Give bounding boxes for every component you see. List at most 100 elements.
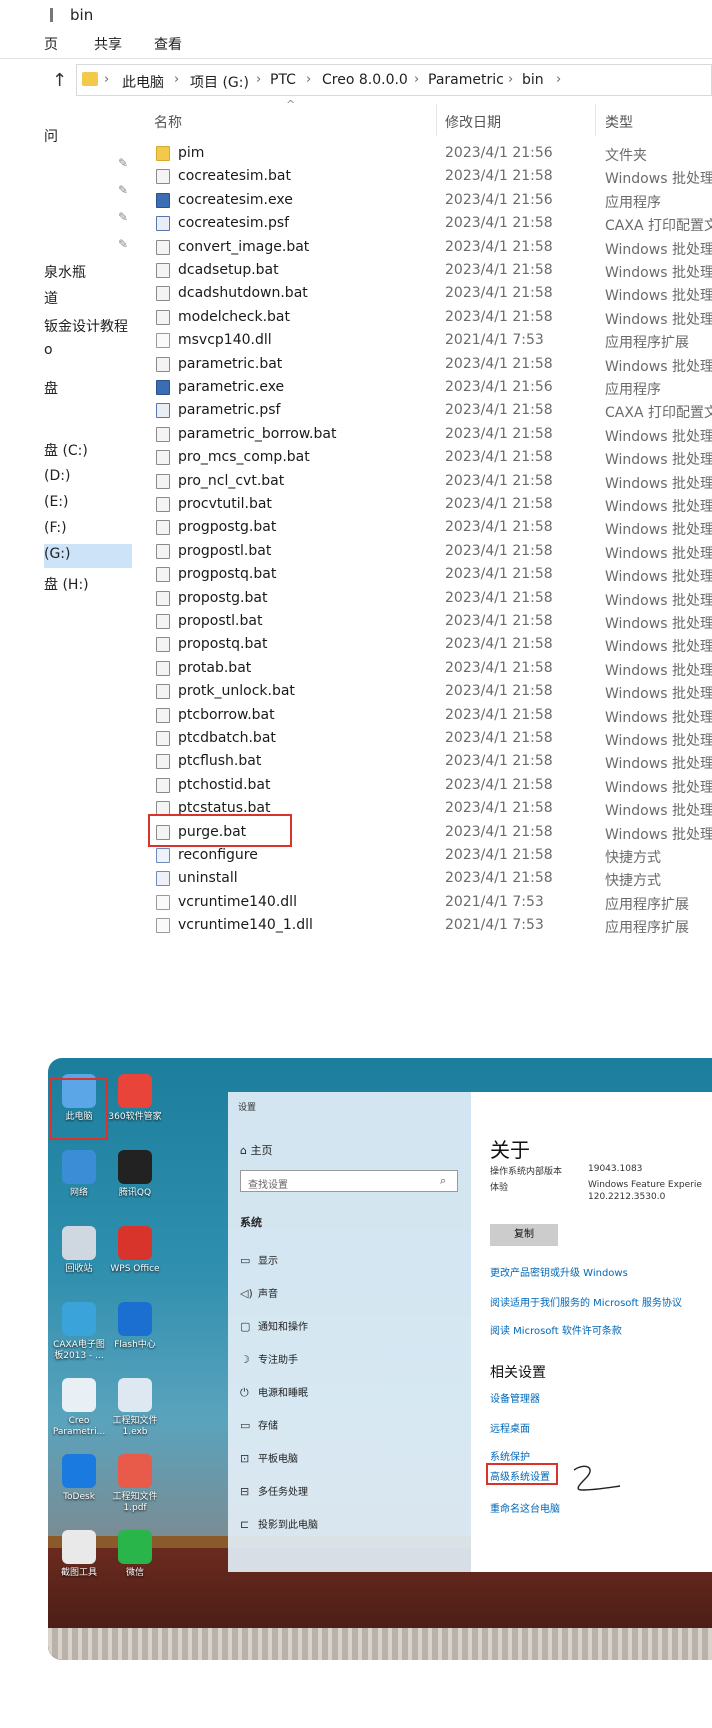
file-row[interactable]: parametric_borrow.bat 2023/4/1 21:58 Windo… <box>150 424 712 447</box>
desktop-icon[interactable]: ToDesk <box>52 1454 106 1503</box>
file-row[interactable]: progpostl.bat 2023/4/1 21:58 Windows 批处理..… <box>150 541 712 564</box>
file-row[interactable]: reconfigure 2023/4/1 21:58 快捷方式 <box>150 845 712 868</box>
desktop-icon[interactable]: 360软件管家 <box>108 1074 162 1123</box>
column-header-date[interactable]: 修改日期 <box>445 112 501 132</box>
column-header-name[interactable]: 名称 <box>154 112 182 132</box>
desktop-icon[interactable]: Flash中心 <box>108 1302 162 1351</box>
settings-nav-item[interactable]: ⊏ 投影到此电脑 <box>240 1516 318 1531</box>
file-row[interactable]: vcruntime140.dll 2021/4/1 7:53 应用程序扩展 <box>150 892 712 915</box>
settings-nav-item[interactable]: ☽ 专注助手 <box>240 1351 298 1366</box>
settings-home-link[interactable]: ⌂ 主页 <box>240 1142 272 1158</box>
pin-icon[interactable]: ✎ <box>118 183 128 197</box>
file-row[interactable]: parametric.exe 2023/4/1 21:56 应用程序 <box>150 377 712 400</box>
desktop-icon[interactable]: WPS Office <box>108 1226 162 1275</box>
file-lnk-icon <box>156 871 170 887</box>
file-row[interactable]: cocreatesim.exe 2023/4/1 21:56 应用程序 <box>150 190 712 213</box>
breadcrumb-bin[interactable]: bin <box>522 72 544 88</box>
nav-item-this-pc[interactable]: 盘 <box>44 378 58 398</box>
file-row[interactable]: convert_image.bat 2023/4/1 21:58 Windows 批… <box>150 237 712 260</box>
nav-item-drive-d[interactable]: (D:) <box>44 468 70 484</box>
nav-item-drive-c[interactable]: 盘 (C:) <box>44 440 88 460</box>
nav-item-folder-1[interactable]: 泉水瓶 <box>44 262 86 282</box>
file-row[interactable]: pro_ncl_cvt.bat 2023/4/1 21:58 Windows 批处理… <box>150 471 712 494</box>
link-device-manager[interactable]: 设备管理器 <box>490 1390 540 1405</box>
nav-item-drive-g[interactable]: (G:) <box>44 546 71 562</box>
file-row[interactable]: dcadsetup.bat 2023/4/1 21:58 Windows 批处理..… <box>150 260 712 283</box>
breadcrumb-drive-g[interactable]: 项目 (G:) <box>190 72 249 92</box>
pin-icon[interactable]: ✎ <box>118 156 128 170</box>
breadcrumb-creo[interactable]: Creo 8.0.0.0 <box>322 72 408 88</box>
nav-item-folder-4[interactable]: o <box>44 342 53 358</box>
settings-nav-item[interactable]: ▢ 通知和操作 <box>240 1318 308 1333</box>
file-row[interactable]: procvtutil.bat 2023/4/1 21:58 Windows 批处理.… <box>150 494 712 517</box>
column-divider[interactable] <box>595 104 596 136</box>
file-row[interactable]: modelcheck.bat 2023/4/1 21:58 Windows 批处理.… <box>150 307 712 330</box>
link-rename-pc[interactable]: 重命名这台电脑 <box>490 1500 560 1515</box>
copy-button[interactable]: 复制 <box>490 1224 558 1246</box>
file-row[interactable]: progpostq.bat 2023/4/1 21:58 Windows 批处理..… <box>150 564 712 587</box>
file-row[interactable]: ptchostid.bat 2023/4/1 21:58 Windows 批处理..… <box>150 775 712 798</box>
breadcrumb-parametric[interactable]: Parametric <box>428 72 504 88</box>
link-change-product-key[interactable]: 更改产品密钥或升级 Windows <box>490 1264 628 1279</box>
link-system-protection[interactable]: 系统保护 <box>490 1448 530 1463</box>
file-row[interactable]: ptcdbatch.bat 2023/4/1 21:58 Windows 批处理..… <box>150 728 712 751</box>
file-row[interactable]: cocreatesim.bat 2023/4/1 21:58 Windows 批处理… <box>150 166 712 189</box>
desktop-icon[interactable]: 微信 <box>108 1530 162 1579</box>
file-row[interactable]: cocreatesim.psf 2023/4/1 21:58 CAXA 打印配置文.… <box>150 213 712 236</box>
file-row[interactable]: uninstall 2023/4/1 21:58 快捷方式 <box>150 868 712 891</box>
up-arrow-icon[interactable]: ↑ <box>52 70 67 91</box>
file-row[interactable]: ptcflush.bat 2023/4/1 21:58 Windows 批处理... <box>150 751 712 774</box>
file-row[interactable]: parametric.psf 2023/4/1 21:58 CAXA 打印配置文..… <box>150 400 712 423</box>
nav-item-drive-f[interactable]: (F:) <box>44 520 67 536</box>
desktop-icon[interactable]: 工程知文件1.exb <box>108 1378 162 1438</box>
file-row[interactable]: pro_mcs_comp.bat 2023/4/1 21:58 Windows 批处… <box>150 447 712 470</box>
nav-item-folder-2[interactable]: 道 <box>44 288 58 308</box>
desktop-icon-label: 工程知文件1.exb <box>112 1416 158 1437</box>
file-row[interactable]: progpostg.bat 2023/4/1 21:58 Windows 批处理..… <box>150 517 712 540</box>
file-row[interactable]: propostq.bat 2023/4/1 21:58 Windows 批处理... <box>150 634 712 657</box>
file-name: parametric_borrow.bat <box>178 425 337 442</box>
settings-nav-item[interactable]: ⊡ 平板电脑 <box>240 1450 298 1465</box>
file-row[interactable]: dcadshutdown.bat 2023/4/1 21:58 Windows 批处… <box>150 283 712 306</box>
file-row[interactable]: propostl.bat 2023/4/1 21:58 Windows 批处理... <box>150 611 712 634</box>
file-row[interactable]: pim 2023/4/1 21:56 文件夹 <box>150 143 712 166</box>
nav-item-quick-access[interactable]: 问 <box>44 126 58 146</box>
desktop-icon[interactable]: 回收站 <box>52 1226 106 1275</box>
ribbon-tab-view[interactable]: 查看 <box>154 34 182 54</box>
nav-item-drive-h[interactable]: 盘 (H:) <box>44 574 89 594</box>
desktop-icon[interactable]: 网络 <box>52 1150 106 1199</box>
file-row[interactable]: ptcborrow.bat 2023/4/1 21:58 Windows 批处理..… <box>150 705 712 728</box>
settings-nav-item[interactable]: ▭ 存储 <box>240 1417 278 1432</box>
nav-item-folder-3[interactable]: 钣金设计教程 <box>44 316 128 336</box>
settings-nav-item[interactable]: ⊟ 多任务处理 <box>240 1483 308 1498</box>
desktop-icon[interactable]: 截图工具 <box>52 1530 106 1579</box>
file-row[interactable]: protk_unlock.bat 2023/4/1 21:58 Windows 批处… <box>150 681 712 704</box>
settings-nav-item[interactable]: ◁) 声音 <box>240 1285 278 1300</box>
settings-nav-item[interactable]: ⏻ 电源和睡眠 <box>240 1384 308 1400</box>
pin-icon[interactable]: ✎ <box>118 237 128 251</box>
ribbon-tab-share[interactable]: 共享 <box>94 34 122 54</box>
settings-nav-label: 通知和操作 <box>258 1322 308 1333</box>
desktop-icon[interactable]: 工程知文件1.pdf <box>108 1454 162 1514</box>
file-bat-icon <box>156 637 170 653</box>
nav-item-drive-e[interactable]: (E:) <box>44 494 69 510</box>
link-license-terms[interactable]: 阅读 Microsoft 软件许可条款 <box>490 1322 622 1337</box>
desktop-icon[interactable]: Creo Parametri... <box>52 1378 106 1438</box>
search-icon[interactable]: ⌕ <box>440 1174 446 1188</box>
column-header-type[interactable]: 类型 <box>605 112 633 132</box>
link-service-agreement[interactable]: 阅读适用于我们服务的 Microsoft 服务协议 <box>490 1294 682 1309</box>
desktop-icon[interactable]: 腾讯QQ <box>108 1150 162 1199</box>
file-row[interactable]: protab.bat 2023/4/1 21:58 Windows 批处理... <box>150 658 712 681</box>
settings-nav-item[interactable]: ▭ 显示 <box>240 1252 278 1267</box>
breadcrumb-this-pc[interactable]: 此电脑 <box>122 72 164 92</box>
link-remote-desktop[interactable]: 远程桌面 <box>490 1420 530 1435</box>
file-row[interactable]: propostg.bat 2023/4/1 21:58 Windows 批处理... <box>150 588 712 611</box>
desktop-icon[interactable]: CAXA电子图板2013 - ... <box>52 1302 106 1362</box>
file-row[interactable]: parametric.bat 2023/4/1 21:58 Windows 批处理.… <box>150 354 712 377</box>
breadcrumb-ptc[interactable]: PTC <box>270 72 296 88</box>
pin-icon[interactable]: ✎ <box>118 210 128 224</box>
file-row[interactable]: vcruntime140_1.dll 2021/4/1 7:53 应用程序扩展 <box>150 915 712 938</box>
ribbon-tab-home[interactable]: 页 <box>44 34 58 54</box>
column-divider[interactable] <box>436 104 437 136</box>
file-row[interactable]: msvcp140.dll 2021/4/1 7:53 应用程序扩展 <box>150 330 712 353</box>
